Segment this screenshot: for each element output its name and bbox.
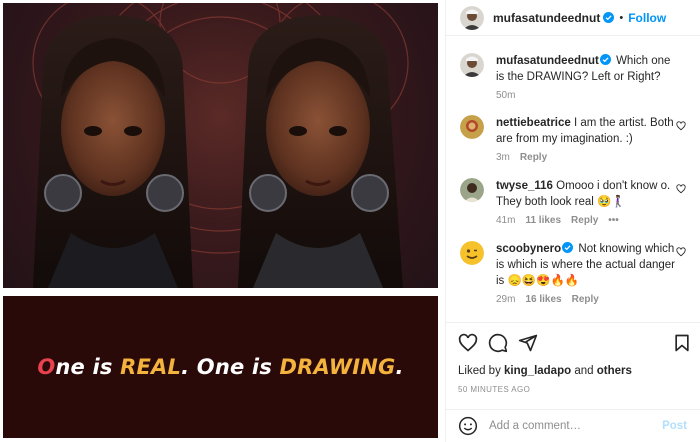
post-header: mufasatundeednut • Follow [446,0,700,36]
comment-item: scoobynero Not knowing which is which is… [460,241,696,305]
add-comment-input[interactable] [489,419,649,432]
heart-icon[interactable] [676,184,686,194]
banner-end: . [395,355,404,379]
comment-icon[interactable] [488,333,508,353]
post-caption: mufasatundeednut Which one is the DRAWIN… [460,53,696,101]
comment-body: twyse_116 Omooo i don't know o. They bot… [496,178,676,210]
author-username[interactable]: mufasatundeednut [493,11,600,25]
comment-body: scoobynero Not knowing which is which is… [496,241,676,289]
banner-text: One is REAL. One is DRAWING. [37,355,403,379]
comment-item: nettiebeatrice I am the artist. Both are… [460,115,696,163]
post-comment-button[interactable]: Post [662,420,687,432]
banner-part1: ne is [55,355,121,379]
heart-icon[interactable] [458,333,478,353]
action-icons [458,333,692,357]
heart-icon[interactable] [676,247,686,257]
liked-prefix: Liked by [458,365,505,377]
header-separator: • [619,11,624,24]
banner-part2: . One is [181,355,280,379]
caption-meta: 50m [496,90,696,101]
comment-avatar[interactable] [460,241,484,265]
post-actions: Liked by king_ladapo and others 50 MINUT… [446,322,700,440]
verified-badge-icon [562,242,574,253]
comment-avatar[interactable] [460,115,484,139]
liked-by: Liked by king_ladapo and others [458,365,632,377]
comment-time[interactable]: 41m [496,215,515,226]
caption-body: mufasatundeednut Which one is the DRAWIN… [496,53,676,85]
comment-time[interactable]: 3m [496,152,510,163]
left-girl [33,15,193,288]
comment-meta: 3m Reply [496,152,696,163]
caption-avatar[interactable] [460,53,484,77]
right-girl [238,15,403,288]
post-media: One is REAL. One is DRAWING. [0,0,445,442]
banner-real: REAL [120,355,182,379]
more-options-button[interactable]: ••• [608,215,619,226]
banner-drawing: DRAWING [279,355,396,379]
comment-meta: 29m 16 likes Reply [496,294,696,305]
comment-time[interactable]: 29m [496,294,515,305]
caption-username[interactable]: mufasatundeednut [496,55,599,67]
heart-icon[interactable] [676,121,686,131]
share-icon[interactable] [518,333,538,353]
reply-button[interactable]: Reply [571,215,598,226]
save-icon[interactable] [672,333,692,353]
comment-item: twyse_116 Omooo i don't know o. They bot… [460,178,696,226]
add-comment-row: Post [446,409,700,441]
caption-time[interactable]: 50m [496,90,515,101]
liked-user[interactable]: king_ladapo [504,365,571,377]
verified-badge-icon [603,12,615,23]
comment-avatar[interactable] [460,178,484,202]
post-image[interactable] [3,3,438,288]
comment-username[interactable]: twyse_116 [496,180,553,192]
twin-girls-illustration [32,3,409,288]
comments-list[interactable]: mufasatundeednut Which one is the DRAWIN… [446,37,700,322]
banner-o-letter: O [37,355,56,379]
author-avatar[interactable] [460,5,484,30]
reply-button[interactable]: Reply [572,294,599,305]
comment-likes[interactable]: 11 likes [525,215,561,226]
verified-badge-icon [599,54,611,65]
reply-button[interactable]: Reply [520,152,547,163]
follow-button[interactable]: Follow [628,11,666,25]
comment-body: nettiebeatrice I am the artist. Both are… [496,115,676,147]
liked-others[interactable]: others [597,365,632,377]
post-side-panel: mufasatundeednut • Follow mufasatundeedn… [445,0,700,442]
comment-likes[interactable]: 16 likes [525,294,561,305]
caption-banner: One is REAL. One is DRAWING. [3,296,438,438]
emoji-icon[interactable] [458,416,478,436]
liked-mid: and [571,365,597,377]
comment-meta: 41m 11 likes Reply ••• [496,215,696,226]
post-timestamp[interactable]: 50 MINUTES AGO [458,385,530,394]
comment-username[interactable]: scoobynero [496,243,561,255]
comment-username[interactable]: nettiebeatrice [496,117,571,129]
